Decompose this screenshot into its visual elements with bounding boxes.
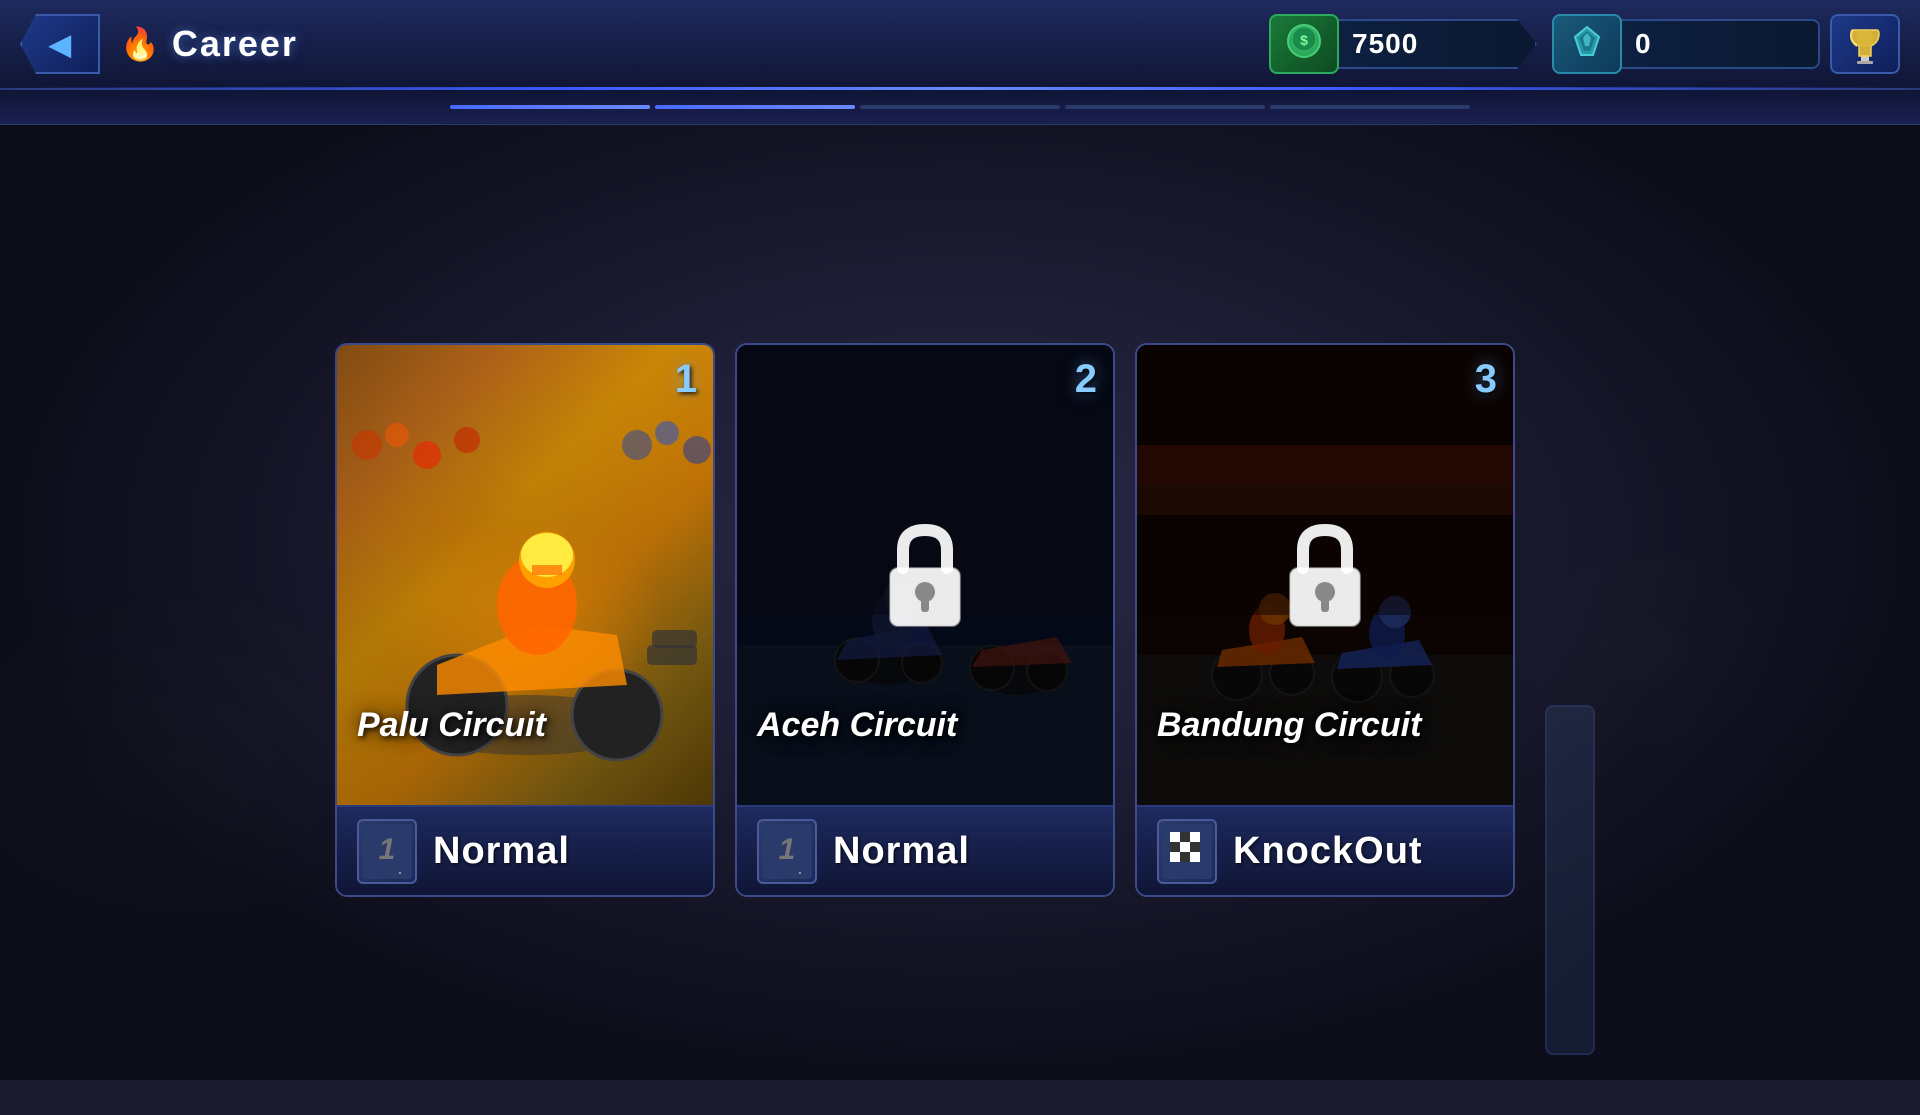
card-image-bandung: 3 Bandung Circuit [1137,345,1513,805]
mode-icon-aceh: 1 . [757,819,817,884]
coin-icon-wrap: $ [1269,14,1339,74]
mode-icon-bandung [1157,819,1217,884]
card-footer-aceh: 1 . Normal [737,805,1113,895]
coins-block: $ 7500 [1269,14,1537,74]
card-image-aceh: 2 Aceh Circuit [737,345,1113,805]
svg-text:.: . [398,861,402,877]
trophy-wrap[interactable] [1830,14,1900,74]
progress-dot-1 [450,105,650,109]
diamonds-value: 0 [1635,28,1652,60]
card-number-palu: 1 [675,357,697,402]
progress-dot-3 [860,105,1060,109]
lock-svg-bandung [1275,520,1375,630]
mode-icon-palu: 1 . [357,819,417,884]
card-number-aceh: 2 [1075,357,1097,402]
back-button[interactable]: ◀ [20,14,100,74]
progress-area [0,90,1920,125]
circuit-name-palu: Palu Circuit [357,706,546,745]
diamond-icon [1569,23,1605,66]
diamond-icon-wrap [1552,14,1622,74]
card-image-palu: 1 Palu Circuit [337,345,713,805]
circuit-card-palu[interactable]: 1 Palu Circuit 1 . Normal [335,343,715,897]
circuit-name-aceh: Aceh Circuit [757,706,957,745]
circuit-card-bandung[interactable]: 3 Bandung Circuit [1135,343,1515,897]
lock-icon-wrap-bandung [1275,520,1375,630]
circuit-name-bandung: Bandung Circuit [1157,706,1421,745]
coins-value: 7500 [1352,28,1418,60]
card-number-bandung: 3 [1475,357,1497,402]
circuit-card-aceh[interactable]: 2 Aceh Circuit 1 . Normal [735,343,1115,897]
main-content: 1 Palu Circuit 1 . Normal [0,125,1920,1115]
header: ◀ 🔥 Career $ 7500 [0,0,1920,90]
mode-label-aceh: Normal [833,830,970,873]
header-separator [0,87,1920,90]
progress-dot-4 [1065,105,1265,109]
partial-card-hint [1545,705,1595,1055]
card-footer-bandung: KnockOut [1137,805,1513,895]
flame-icon: 🔥 [120,25,160,63]
svg-text:1: 1 [779,833,796,866]
svg-text:.: . [798,861,802,877]
mode-label-bandung: KnockOut [1233,830,1423,873]
progress-dot-5 [1270,105,1470,109]
coins-value-wrap: 7500 [1337,19,1537,69]
currency-area: $ 7500 0 [1269,14,1900,74]
progress-dot-2 [655,105,855,109]
svg-text:1: 1 [379,833,396,866]
diamonds-value-wrap: 0 [1620,19,1820,69]
card-footer-palu: 1 . Normal [337,805,713,895]
back-arrow-icon: ◀ [49,28,71,61]
title-area: 🔥 Career [120,23,1269,65]
diamonds-block: 0 [1552,14,1820,74]
page-title: Career [172,23,298,65]
svg-text:$: $ [1300,32,1308,48]
lock-svg-aceh [875,520,975,630]
mode-label-palu: Normal [433,830,570,873]
lock-icon-wrap-aceh [875,520,975,630]
coin-icon: $ [1286,23,1322,66]
